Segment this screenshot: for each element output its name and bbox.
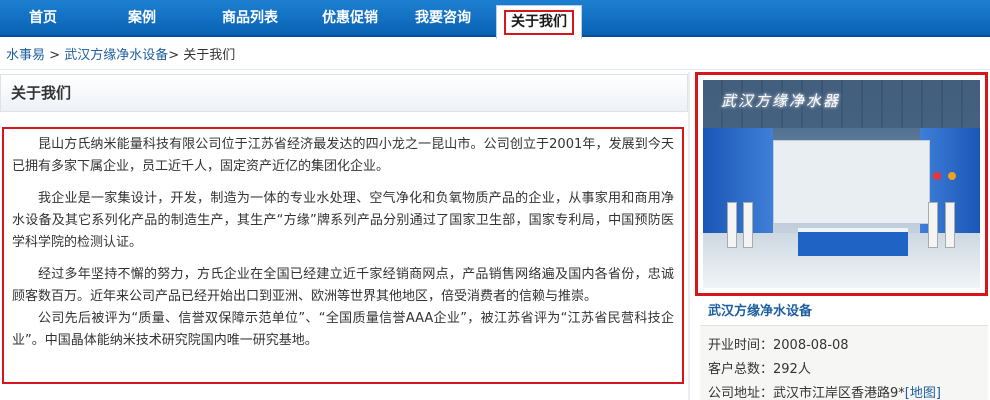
breadcrumb-separator: > [168, 48, 180, 63]
about-paragraph: 公司先后被评为“质量、信誉双保障示范单位”、“全国质量信誉AAA企业”，被江苏省… [12, 311, 674, 348]
page-title: 关于我们 [0, 74, 688, 112]
breadcrumb-separator: > [49, 48, 61, 63]
store-photo[interactable]: 武汉方缘净水器 [695, 72, 988, 296]
breadcrumb: 水事易 > 武汉方缘净水设备> 关于我们 [0, 42, 990, 70]
info-customers-label: 客户总数： [708, 362, 774, 377]
nav-item-consult[interactable]: 我要咨询 [398, 0, 488, 37]
info-customers-value: 292人 [773, 362, 811, 377]
info-address: 公司地址：武汉市江岸区香港路9*[地图] [708, 382, 941, 400]
nav-item-cases[interactable]: 案例 [104, 0, 180, 37]
about-paragraph: 我企业是一家集设计，开发，制造为一体的专业水处理、空气净化和负氧物质产品的企业，… [12, 191, 674, 250]
display-light [933, 172, 941, 180]
company-name-link[interactable]: 武汉方缘净水设备 [708, 300, 812, 319]
nav-item-about-tab[interactable]: 关于我们 [496, 5, 582, 39]
nav-item-about-label[interactable]: 关于我们 [504, 10, 574, 35]
about-content: 昆山方氏纳米能量科技有限公司位于江苏省经济最发达的四小龙之一昆山市。公司创立于2… [2, 127, 684, 384]
showroom-counter [798, 228, 908, 256]
purifier-unit [727, 202, 737, 248]
top-nav: 首页 案例 商品列表 优惠促销 我要咨询 关于我们 [0, 0, 990, 39]
nav-item-products[interactable]: 商品列表 [200, 0, 300, 37]
breadcrumb-current: 关于我们 [183, 48, 236, 63]
purifier-unit [743, 202, 753, 248]
showroom-sign: 武汉方缘净水器 [721, 92, 841, 110]
breadcrumb-link-company[interactable]: 武汉方缘净水设备 [64, 48, 168, 63]
purifier-unit [945, 202, 955, 248]
showroom-back-wall [773, 140, 930, 224]
display-light [948, 172, 956, 180]
purifier-unit [928, 202, 938, 248]
info-open-date: 开业时间：2008-08-08 [708, 334, 849, 353]
nav-item-home[interactable]: 首页 [8, 0, 78, 37]
info-address-value: 武汉市江岸区香港路9* [773, 386, 905, 400]
nav-item-promotions[interactable]: 优惠促销 [300, 0, 400, 37]
column-divider [688, 72, 690, 400]
map-link[interactable]: [地图] [905, 386, 941, 400]
breadcrumb-link-shuishiyi[interactable]: 水事易 [6, 48, 45, 63]
info-open-value: 2008-08-08 [773, 338, 849, 353]
info-address-label: 公司地址： [708, 386, 774, 400]
about-paragraph: 经过多年坚持不懈的努力，方氏企业在全国已经建立近千家经销商网点，产品销售网络遍及… [12, 267, 674, 304]
store-showroom-image: 武汉方缘净水器 [703, 80, 980, 288]
info-customers: 客户总数：292人 [708, 358, 811, 377]
about-paragraph: 昆山方氏纳米能量科技有限公司位于江苏省经济最发达的四小龙之一昆山市。公司创立于2… [12, 137, 674, 174]
info-open-label: 开业时间： [708, 338, 774, 353]
company-info-box: 开业时间：2008-08-08 客户总数：292人 公司地址：武汉市江岸区香港路… [700, 325, 988, 400]
